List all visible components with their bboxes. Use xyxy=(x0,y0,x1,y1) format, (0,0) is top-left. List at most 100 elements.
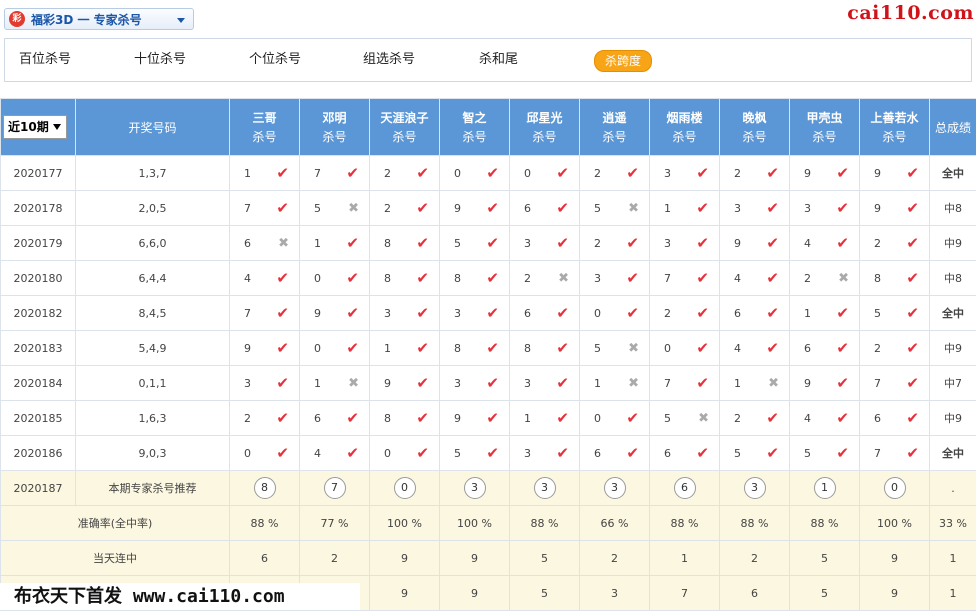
check-icon: ✔ xyxy=(416,304,429,322)
check-icon: ✔ xyxy=(766,234,779,252)
expert-header[interactable]: 逍遥杀号 xyxy=(580,99,650,156)
kill-number: 6 xyxy=(314,412,321,425)
kill-number: 3 xyxy=(664,237,671,250)
kill-cell: 9✔ xyxy=(860,191,930,226)
recommend-cell: 3 xyxy=(510,471,580,506)
kill-number: 4 xyxy=(734,342,741,355)
summary-cell: 100 % xyxy=(440,506,510,541)
draw-cell: 2,0,5 xyxy=(76,191,230,226)
expert-header[interactable]: 天涯浪子杀号 xyxy=(370,99,440,156)
expert-header[interactable]: 邓明杀号 xyxy=(300,99,370,156)
kill-number: 2 xyxy=(874,342,881,355)
expert-header[interactable]: 晚枫杀号 xyxy=(720,99,790,156)
recommend-number: 1 xyxy=(814,477,836,499)
kill-number: 9 xyxy=(384,377,391,390)
expert-header[interactable]: 邱星光杀号 xyxy=(510,99,580,156)
kill-cell: 5✖ xyxy=(580,331,650,366)
product-selector[interactable]: 彩 福彩3D 一 专家杀号 xyxy=(4,8,194,30)
summary-cell: 100 % xyxy=(370,506,440,541)
kill-cell: 8✔ xyxy=(510,331,580,366)
tab-span[interactable]: 杀跨度 xyxy=(594,50,652,72)
tab-group[interactable]: 组选杀号 xyxy=(363,39,415,81)
expert-header[interactable]: 智之杀号 xyxy=(440,99,510,156)
kill-number: 2 xyxy=(874,237,881,250)
kill-cell: 6✔ xyxy=(510,191,580,226)
summary-cell: 9 xyxy=(370,541,440,576)
kill-cell: 1✖ xyxy=(300,366,370,401)
check-icon: ✔ xyxy=(626,409,639,427)
kill-number: 1 xyxy=(314,377,321,390)
kill-cell: 6✔ xyxy=(720,296,790,331)
kill-cell: 5✔ xyxy=(720,436,790,471)
expert-header[interactable]: 甲壳虫杀号 xyxy=(790,99,860,156)
kill-number: 8 xyxy=(454,342,461,355)
kill-cell: 7✔ xyxy=(300,156,370,191)
tab-hundreds[interactable]: 百位杀号 xyxy=(19,39,71,81)
kill-number: 8 xyxy=(524,342,531,355)
total-result-cell: 中7 xyxy=(930,366,976,401)
summary-cell: 100 % xyxy=(860,506,930,541)
check-icon: ✔ xyxy=(906,374,919,392)
kill-number: 8 xyxy=(454,272,461,285)
check-icon: ✔ xyxy=(626,444,639,462)
kill-number: 7 xyxy=(874,447,881,460)
check-icon: ✔ xyxy=(836,409,849,427)
expert-name: 上善若水 xyxy=(870,111,918,125)
summary-cell: 88 % xyxy=(790,506,860,541)
kill-number: 5 xyxy=(454,237,461,250)
expert-sub-label: 杀号 xyxy=(440,128,509,145)
expert-header[interactable]: 上善若水杀号 xyxy=(860,99,930,156)
kill-cell: 0✔ xyxy=(300,331,370,366)
expert-name: 邱星光 xyxy=(526,111,562,125)
period-select-value: 近10期 xyxy=(8,120,49,134)
tab-sum-tail[interactable]: 杀和尾 xyxy=(479,39,518,81)
check-icon: ✔ xyxy=(556,199,569,217)
kill-cell: 1✔ xyxy=(300,226,370,261)
kill-number: 0 xyxy=(664,342,671,355)
tab-tens[interactable]: 十位杀号 xyxy=(134,39,186,81)
kill-number: 0 xyxy=(454,167,461,180)
recommend-cell: 3 xyxy=(720,471,790,506)
check-icon: ✔ xyxy=(486,304,499,322)
draw-cell: 5,4,9 xyxy=(76,331,230,366)
expert-header[interactable]: 三哥杀号 xyxy=(230,99,300,156)
kill-cell: 3✔ xyxy=(650,156,720,191)
kill-number: 0 xyxy=(524,167,531,180)
cross-icon: ✖ xyxy=(628,201,639,216)
summary-cell: 88 % xyxy=(720,506,790,541)
chevron-down-icon xyxy=(177,18,185,23)
kill-number: 5 xyxy=(664,412,671,425)
kill-number: 7 xyxy=(664,377,671,390)
kill-cell: 2✔ xyxy=(370,191,440,226)
lottery-logo-icon: 彩 xyxy=(9,11,25,27)
tab-units[interactable]: 个位杀号 xyxy=(249,39,301,81)
total-result-cell: 全中 xyxy=(930,156,976,191)
table-row: 20201869,0,30✔4✔0✔5✔3✔6✔6✔5✔5✔7✔全中 xyxy=(1,436,976,471)
recommend-cell: 6 xyxy=(650,471,720,506)
kill-cell: 1✔ xyxy=(370,331,440,366)
period-select[interactable]: 近10期 xyxy=(3,115,67,139)
check-icon: ✔ xyxy=(626,234,639,252)
kill-cell: 0✔ xyxy=(440,156,510,191)
kill-cell: 6✖ xyxy=(230,226,300,261)
summary-cell: 5 xyxy=(790,541,860,576)
table-row: 20201835,4,99✔0✔1✔8✔8✔5✖0✔4✔6✔2✔中9 xyxy=(1,331,976,366)
kill-number: 0 xyxy=(314,342,321,355)
expert-sub-label: 杀号 xyxy=(650,128,719,145)
summary-cell: 1 xyxy=(650,541,720,576)
kill-cell: 5✔ xyxy=(860,296,930,331)
kill-number: 1 xyxy=(664,202,671,215)
kill-number: 6 xyxy=(594,447,601,460)
expert-name: 逍遥 xyxy=(602,111,626,125)
check-icon: ✔ xyxy=(346,269,359,287)
kill-cell: 1✔ xyxy=(790,296,860,331)
kill-number: 9 xyxy=(804,377,811,390)
kill-number: 5 xyxy=(454,447,461,460)
cross-icon: ✖ xyxy=(838,271,849,286)
kill-number: 0 xyxy=(594,412,601,425)
site-logo[interactable]: cai110.com xyxy=(847,2,974,24)
kill-number: 2 xyxy=(244,412,251,425)
expert-header[interactable]: 烟雨楼杀号 xyxy=(650,99,720,156)
kill-cell: 0✔ xyxy=(580,296,650,331)
kill-number: 9 xyxy=(314,307,321,320)
